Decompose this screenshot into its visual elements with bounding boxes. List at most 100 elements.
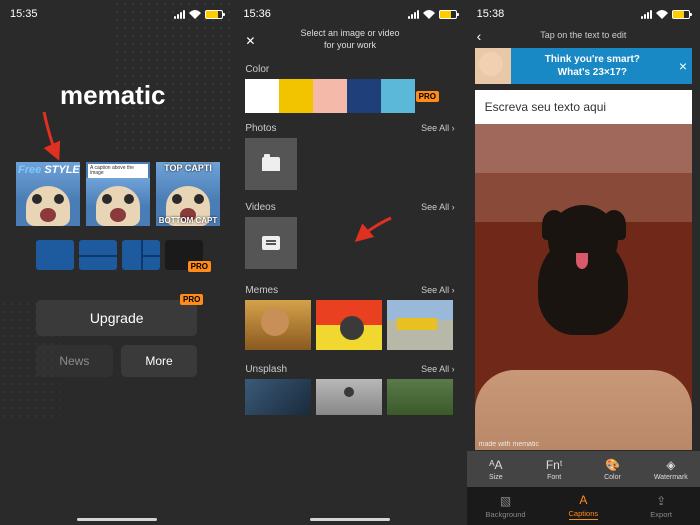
section-videos: VideosSee All — [233, 196, 466, 217]
videos-row — [233, 217, 466, 269]
header-line: for your work — [233, 40, 466, 52]
export-icon: ⇪ — [656, 494, 666, 508]
meme-thumbnail[interactable] — [316, 300, 382, 350]
layout-single[interactable] — [36, 240, 74, 270]
pro-badge: PRO — [180, 294, 203, 305]
bottom-tabs: ▧Background ACaptions ⇪Export — [467, 487, 700, 525]
status-bar: 15:38 — [467, 0, 700, 28]
template-top-bottom[interactable]: TOP CAPTI BOTTOM CAPT — [156, 162, 220, 226]
caption-text-input[interactable]: Escreva seu texto aqui — [475, 90, 692, 124]
picker-header: Select an image or video for your work — [233, 28, 466, 51]
meme-thumbnail[interactable] — [387, 300, 453, 350]
annotation-arrow — [353, 216, 393, 251]
pro-badge: PRO — [416, 91, 439, 102]
unsplash-thumbnail[interactable] — [316, 379, 382, 415]
folder-icon — [262, 157, 280, 171]
ad-close-icon[interactable]: × — [674, 58, 692, 74]
status-bar: 15:36 — [233, 0, 466, 28]
layout-row: PRO — [36, 240, 203, 270]
section-unsplash: UnsplashSee All — [233, 358, 466, 379]
size-icon: ᴬA — [489, 458, 502, 472]
palette-icon: 🎨 — [605, 458, 620, 472]
top-caption: TOP CAPTI — [156, 163, 220, 173]
pro-badge: PRO — [188, 261, 211, 272]
video-picker-button[interactable] — [245, 217, 297, 269]
color-row: PRO — [233, 79, 466, 117]
watermark-text: made with mematic — [479, 441, 539, 448]
color-pink[interactable] — [313, 79, 347, 113]
status-time: 15:38 — [477, 8, 505, 20]
color-cyan[interactable] — [381, 79, 415, 113]
memes-row — [233, 300, 466, 350]
see-all-link[interactable]: See All — [421, 123, 455, 133]
see-all-link[interactable]: See All — [421, 364, 455, 374]
unsplash-thumbnail[interactable] — [387, 379, 453, 415]
app-title: mematic — [60, 80, 166, 111]
tab-captions[interactable]: ACaptions — [544, 487, 622, 525]
status-time: 15:35 — [10, 8, 38, 20]
battery-icon — [672, 10, 690, 19]
font-icon: Fnᵗ — [546, 458, 563, 472]
status-icons — [408, 10, 457, 19]
tool-font[interactable]: FnᵗFont — [525, 451, 583, 487]
color-white[interactable] — [245, 79, 279, 113]
photo-content — [518, 205, 648, 355]
layout-split-mixed[interactable] — [122, 240, 160, 270]
screen-home: 15:35 mematic Free STYLE A caption above… — [0, 0, 233, 525]
section-color: Color — [233, 58, 466, 79]
calendar-icon — [262, 236, 280, 250]
status-time: 15:36 — [243, 8, 271, 20]
template-caption-above[interactable]: A caption above the image — [86, 162, 150, 226]
layout-split-h[interactable] — [79, 240, 117, 270]
ad-banner[interactable]: Think you're smart?What's 23×17? × — [475, 48, 692, 84]
home-indicator[interactable] — [77, 518, 157, 521]
see-all-link[interactable]: See All — [421, 285, 455, 295]
template-row: Free STYLE A caption above the image TOP… — [16, 162, 233, 226]
home-indicator[interactable] — [310, 518, 390, 521]
section-memes: MemesSee All — [233, 279, 466, 300]
wifi-icon — [189, 10, 201, 19]
template-freestyle[interactable]: Free STYLE — [16, 162, 80, 226]
unsplash-row — [233, 379, 466, 415]
unsplash-thumbnail[interactable] — [245, 379, 311, 415]
tool-watermark[interactable]: ◈Watermark — [642, 451, 700, 487]
tool-color[interactable]: 🎨Color — [583, 451, 641, 487]
editor-canvas: Escreva seu texto aqui made with mematic — [475, 90, 692, 450]
image-icon: ▧ — [500, 494, 511, 508]
status-icons — [641, 10, 690, 19]
photo-picker-button[interactable] — [245, 138, 297, 190]
editor-hint: Tap on the text to edit — [467, 30, 700, 40]
battery-icon — [205, 10, 223, 19]
header-line: Select an image or video — [233, 28, 466, 40]
tool-size[interactable]: ᴬASize — [467, 451, 525, 487]
screen-editor: 15:38 ‹ Tap on the text to edit Think yo… — [467, 0, 700, 525]
color-yellow[interactable] — [279, 79, 313, 113]
wifi-icon — [423, 10, 435, 19]
ad-image — [475, 48, 511, 84]
color-navy[interactable] — [347, 79, 381, 113]
caption-toolbar: ᴬASize FnᵗFont 🎨Color ◈Watermark — [467, 451, 700, 487]
layout-more[interactable]: PRO — [165, 240, 203, 270]
battery-icon — [439, 10, 457, 19]
wifi-icon — [656, 10, 668, 19]
upgrade-button[interactable]: Upgrade PRO — [36, 300, 197, 336]
color-pro[interactable]: PRO — [415, 79, 439, 113]
editor-photo[interactable]: made with mematic — [475, 124, 692, 450]
tab-background[interactable]: ▧Background — [467, 487, 545, 525]
see-all-link[interactable]: See All — [421, 202, 455, 212]
bottom-caption: BOTTOM CAPT — [156, 216, 220, 225]
tab-export[interactable]: ⇪Export — [622, 487, 700, 525]
signal-icon — [408, 10, 419, 19]
more-button[interactable]: More — [121, 345, 198, 377]
template-label: Free STYLE — [18, 164, 80, 176]
signal-icon — [641, 10, 652, 19]
upgrade-label: Upgrade — [90, 310, 144, 326]
ad-text: Think you're smart?What's 23×17? — [511, 53, 674, 79]
meme-thumbnail[interactable] — [245, 300, 311, 350]
bottom-buttons: News More — [36, 345, 197, 377]
status-bar: 15:35 — [0, 0, 233, 28]
caption-box: A caption above the image — [88, 164, 148, 178]
picker-body: Color PRO PhotosSee All VideosSee All Me… — [233, 58, 466, 525]
photos-row — [233, 138, 466, 190]
news-button[interactable]: News — [36, 345, 113, 377]
